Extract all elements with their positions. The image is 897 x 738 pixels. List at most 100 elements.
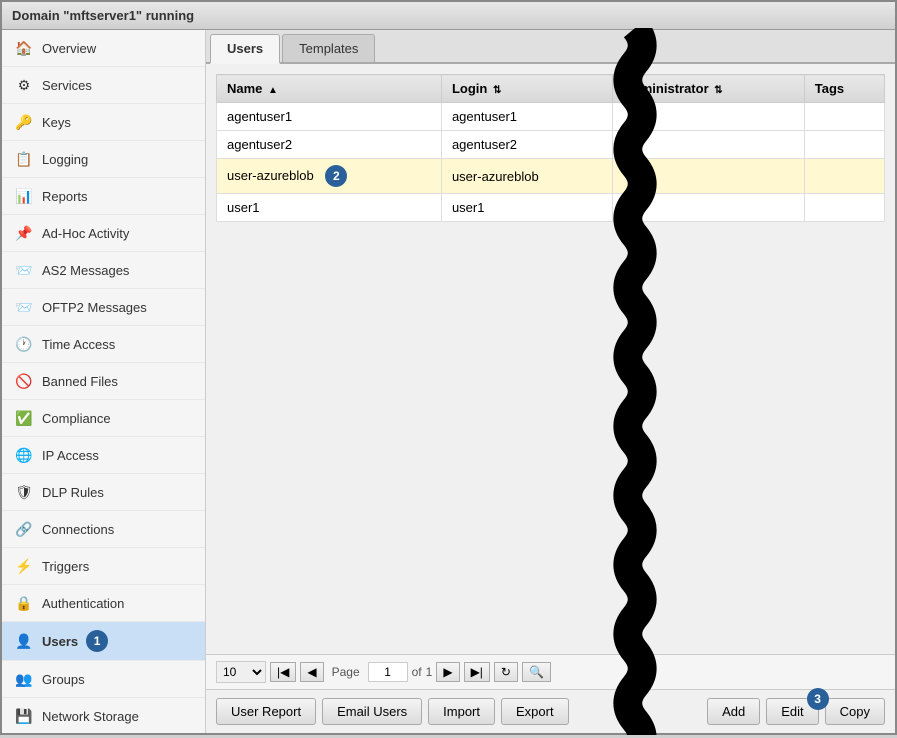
services-icon: ⚙	[14, 75, 34, 95]
prev-page-button[interactable]: ◀	[300, 662, 323, 682]
rows-per-page-select[interactable]: 10 25 50	[216, 661, 266, 683]
table-row[interactable]: agentuser1 agentuser1	[217, 103, 885, 131]
edit-step-badge: 3	[807, 688, 829, 710]
cell-name-0: agentuser1	[217, 103, 442, 131]
sidebar-item-triggers[interactable]: ⚡ Triggers	[2, 548, 205, 585]
add-button[interactable]: Add	[707, 698, 760, 725]
compliance-icon: ✅	[14, 408, 34, 428]
sidebar-item-users[interactable]: 👤 Users 1	[2, 622, 205, 661]
groups-icon: 👥	[14, 669, 34, 689]
right-actions: Add Edit 3 Copy	[707, 698, 885, 725]
table-container: Name ▲ Login ⇅ Administrator ⇅ Tags agen…	[206, 64, 895, 654]
table-row[interactable]: user1 user1	[217, 194, 885, 222]
sidebar-label-logging: Logging	[42, 152, 88, 167]
cell-admin-3	[613, 194, 804, 222]
title-bar: Domain "mftserver1" running	[2, 2, 895, 30]
keys-icon: 🔑	[14, 112, 34, 132]
sidebar-item-connections[interactable]: 🔗 Connections	[2, 511, 205, 548]
cell-admin-2	[613, 159, 804, 194]
sidebar: 🏠 Overview ⚙ Services 🔑 Keys 📋 Logging 📊…	[2, 30, 206, 733]
refresh-button[interactable]: ↻	[494, 662, 518, 682]
table-row[interactable]: agentuser2 agentuser2	[217, 131, 885, 159]
sidebar-item-overview[interactable]: 🏠 Overview	[2, 30, 205, 67]
sidebar-label-ipaccess: IP Access	[42, 448, 99, 463]
sort-asc-icon: ▲	[268, 85, 278, 96]
sidebar-label-authentication: Authentication	[42, 596, 124, 611]
sidebar-label-overview: Overview	[42, 41, 96, 56]
copy-button[interactable]: Copy	[825, 698, 885, 725]
col-administrator[interactable]: Administrator ⇅	[613, 75, 804, 103]
cell-tags-0	[804, 103, 884, 131]
sidebar-label-bannedfiles: Banned Files	[42, 374, 118, 389]
first-page-button[interactable]: |◀	[270, 662, 296, 682]
cell-tags-2	[804, 159, 884, 194]
sort-admin-icon: ⇅	[714, 85, 722, 96]
page-number-input[interactable]	[368, 662, 408, 682]
sidebar-item-keys[interactable]: 🔑 Keys	[2, 104, 205, 141]
timeaccess-icon: 🕐	[14, 334, 34, 354]
search-button[interactable]: 🔍	[522, 662, 551, 682]
sidebar-label-triggers: Triggers	[42, 559, 89, 574]
edit-button-container: Edit 3	[766, 698, 818, 725]
ipaccess-icon: 🌐	[14, 445, 34, 465]
sidebar-label-timeaccess: Time Access	[42, 337, 115, 352]
sidebar-item-timeaccess[interactable]: 🕐 Time Access	[2, 326, 205, 363]
users-icon: 👤	[14, 631, 34, 651]
tab-templates[interactable]: Templates	[282, 34, 375, 62]
bannedfiles-icon: 🚫	[14, 371, 34, 391]
import-button[interactable]: Import	[428, 698, 495, 725]
cell-admin-1	[613, 131, 804, 159]
cell-name-1: agentuser2	[217, 131, 442, 159]
main-panel: UsersTemplates Name ▲ Login ⇅ Administra…	[206, 30, 895, 733]
sidebar-item-adhoc[interactable]: 📌 Ad-Hoc Activity	[2, 215, 205, 252]
users-table: Name ▲ Login ⇅ Administrator ⇅ Tags agen…	[216, 74, 885, 222]
sidebar-label-dlprules: DLP Rules	[42, 485, 104, 500]
email-users-button[interactable]: Email Users	[322, 698, 422, 725]
sidebar-label-oftp2: OFTP2 Messages	[42, 300, 147, 315]
sidebar-item-bannedfiles[interactable]: 🚫 Banned Files	[2, 363, 205, 400]
next-page-button[interactable]: ▶	[436, 662, 459, 682]
sidebar-item-oftp2[interactable]: 📨 OFTP2 Messages	[2, 289, 205, 326]
sidebar-item-reports[interactable]: 📊 Reports	[2, 178, 205, 215]
connections-icon: 🔗	[14, 519, 34, 539]
sidebar-label-users: Users	[42, 634, 78, 649]
sidebar-item-ipaccess[interactable]: 🌐 IP Access	[2, 437, 205, 474]
sidebar-label-reports: Reports	[42, 189, 88, 204]
total-pages: 1	[426, 665, 433, 679]
sidebar-item-logging[interactable]: 📋 Logging	[2, 141, 205, 178]
window-title: Domain "mftserver1" running	[12, 8, 194, 23]
tab-users[interactable]: Users	[210, 34, 280, 64]
sidebar-item-authentication[interactable]: 🔒 Authentication	[2, 585, 205, 622]
pagination-bar: 10 25 50 |◀ ◀ Page of 1 ▶ ▶| ↻ 🔍	[206, 654, 895, 689]
sidebar-item-services[interactable]: ⚙ Services	[2, 67, 205, 104]
col-login[interactable]: Login ⇅	[441, 75, 612, 103]
action-bar: User Report Email Users Import Export Ad…	[206, 689, 895, 733]
oftp2-icon: 📨	[14, 297, 34, 317]
sort-none-icon: ⇅	[493, 85, 501, 96]
sidebar-label-groups: Groups	[42, 672, 85, 687]
sidebar-label-adhoc: Ad-Hoc Activity	[42, 226, 129, 241]
table-body: agentuser1 agentuser1 agentuser2 agentus…	[217, 103, 885, 222]
sidebar-item-as2[interactable]: 📨 AS2 Messages	[2, 252, 205, 289]
main-window: Domain "mftserver1" running 🏠 Overview ⚙…	[0, 0, 897, 735]
cell-name-3: user1	[217, 194, 442, 222]
col-tags: Tags	[804, 75, 884, 103]
sidebar-item-groups[interactable]: 👥 Groups	[2, 661, 205, 698]
table-row[interactable]: user-azureblob 2 user-azureblob	[217, 159, 885, 194]
sidebar-label-networkstorage: Network Storage	[42, 709, 139, 724]
last-page-button[interactable]: ▶|	[464, 662, 490, 682]
sidebar-item-compliance[interactable]: ✅ Compliance	[2, 400, 205, 437]
reports-icon: 📊	[14, 186, 34, 206]
sidebar-label-connections: Connections	[42, 522, 114, 537]
sidebar-item-networkstorage[interactable]: 💾 Network Storage	[2, 698, 205, 733]
export-button[interactable]: Export	[501, 698, 569, 725]
user-report-button[interactable]: User Report	[216, 698, 316, 725]
page-label: Page	[332, 665, 360, 679]
col-name[interactable]: Name ▲	[217, 75, 442, 103]
sidebar-item-dlprules[interactable]: 🛡 DLP Rules	[2, 474, 205, 511]
row-badge-2: 2	[325, 165, 347, 187]
table-header: Name ▲ Login ⇅ Administrator ⇅ Tags	[217, 75, 885, 103]
logging-icon: 📋	[14, 149, 34, 169]
tab-bar: UsersTemplates	[206, 30, 895, 64]
overview-icon: 🏠	[14, 38, 34, 58]
